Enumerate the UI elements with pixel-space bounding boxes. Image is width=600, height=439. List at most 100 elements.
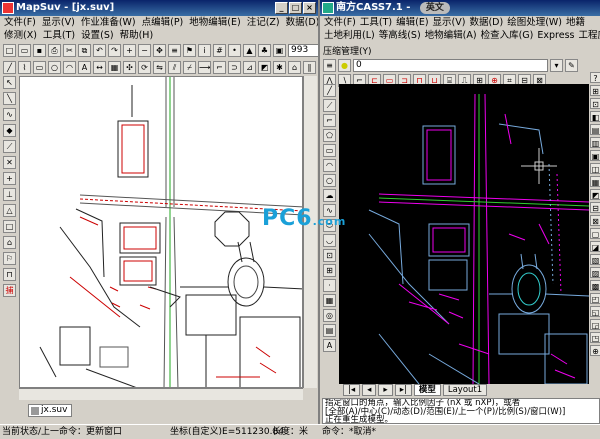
line-icon[interactable]: ╱ xyxy=(3,60,16,74)
cass-menu-item-2[interactable]: 编辑(E) xyxy=(396,16,428,30)
ellipse-arc-icon[interactable]: ◡ xyxy=(323,234,336,247)
insert-block-icon[interactable]: ⊡ xyxy=(323,249,336,262)
cass-model-canvas[interactable] xyxy=(339,84,589,384)
zoom-out-icon[interactable]: − xyxy=(138,43,151,57)
house-icon[interactable]: ⌂ xyxy=(288,60,301,74)
mapsuv-menu-item-2[interactable]: 设置(S) xyxy=(81,29,113,43)
cass-title-bar[interactable]: 南方CASS7.1 - 英文 xyxy=(320,0,600,16)
r-tool-19-icon[interactable]: ◱ xyxy=(590,306,600,317)
r-tool-8-icon[interactable]: ◫ xyxy=(590,163,600,174)
r-tool-2-icon[interactable]: ⊞ xyxy=(590,85,600,96)
maximize-button[interactable]: □ xyxy=(289,2,302,14)
cass-menu-item-5[interactable]: 工程应用(C) xyxy=(578,29,600,43)
mapsuv-title-bar[interactable]: MapSuv - [jx.suv] _ □ × xyxy=(0,0,318,16)
region-icon[interactable]: ◎ xyxy=(323,309,336,322)
polyline-icon[interactable]: ⌐ xyxy=(323,114,336,127)
cass-menu-item-4[interactable]: 数据(D) xyxy=(469,16,503,30)
r-tool-9-icon[interactable]: ▦ xyxy=(590,176,600,187)
cass-menu-item-5[interactable]: 绘图处理(W) xyxy=(507,16,562,30)
pan-icon[interactable]: ✥ xyxy=(153,43,166,57)
text-icon[interactable]: A xyxy=(78,60,91,74)
extend-icon[interactable]: ⟶ xyxy=(198,60,211,74)
tab-nav-next-icon[interactable]: ▸ xyxy=(378,384,393,396)
r-tool-4-icon[interactable]: ◧ xyxy=(590,111,600,122)
dimension-icon[interactable]: ↔ xyxy=(93,60,106,74)
rectangle-icon[interactable]: ▭ xyxy=(33,60,46,74)
polygon-icon[interactable]: ⬠ xyxy=(323,129,336,142)
select-icon[interactable]: ↖ xyxy=(3,76,16,89)
catch-icon[interactable]: 捕 xyxy=(3,284,16,297)
tab-nav-first-icon[interactable]: |◂ xyxy=(343,384,361,396)
r-tool-11-icon[interactable]: ⊟ xyxy=(590,202,600,213)
measure-icon[interactable]: ⊿ xyxy=(243,60,256,74)
r-tool-22-icon[interactable]: ⊕ xyxy=(590,345,600,356)
r-tool-18-icon[interactable]: ◰ xyxy=(590,293,600,304)
node-icon[interactable]: ◆ xyxy=(3,124,16,137)
road-icon[interactable]: ∥ xyxy=(303,60,316,74)
move-icon[interactable]: ✣ xyxy=(123,60,136,74)
mapsuv-menu-item-1[interactable]: 显示(V) xyxy=(42,16,75,30)
make-block-icon[interactable]: ⊞ xyxy=(323,264,336,277)
new-file-icon[interactable]: □ xyxy=(3,43,16,57)
tower-icon[interactable]: ⊥ xyxy=(3,188,16,201)
r-tool-3-icon[interactable]: ⊡ xyxy=(590,98,600,109)
minimize-button[interactable]: _ xyxy=(275,2,288,14)
r-tool-20-icon[interactable]: ◲ xyxy=(590,319,600,330)
layer-combo[interactable]: 0 xyxy=(353,58,548,72)
copy-icon[interactable]: ⧉ xyxy=(78,43,91,57)
mapsuv-menu-item-0[interactable]: 文件(F) xyxy=(4,16,36,30)
bridge-icon[interactable]: ⊓ xyxy=(3,268,16,281)
cass-menu-item-3[interactable]: 显示(V) xyxy=(433,16,466,30)
mirror-icon[interactable]: ⇋ xyxy=(153,60,166,74)
mapsuv-horizontal-scrollbar[interactable] xyxy=(19,388,303,400)
rotate-icon[interactable]: ⟳ xyxy=(138,60,151,74)
square-point-icon[interactable]: □ xyxy=(3,220,16,233)
symbol-icon[interactable]: ✱ xyxy=(273,60,286,74)
r-tool-1-icon[interactable]: ? xyxy=(590,72,600,83)
draw-curve-icon[interactable]: ∿ xyxy=(3,108,16,121)
info-icon[interactable]: i xyxy=(198,43,211,57)
arc-icon[interactable]: ◠ xyxy=(63,60,76,74)
construction-line-icon[interactable]: ⟋ xyxy=(323,99,336,112)
table-icon[interactable]: ▤ xyxy=(323,324,336,337)
revcloud-icon[interactable]: ☁ xyxy=(323,189,336,202)
layer-icon[interactable]: ≡ xyxy=(168,43,181,57)
cass-menu-item-1[interactable]: 工具(T) xyxy=(360,16,392,30)
redo-icon[interactable]: ↷ xyxy=(108,43,121,57)
r-tool-7-icon[interactable]: ▣ xyxy=(590,150,600,161)
cut-icon[interactable]: ✂ xyxy=(63,43,76,57)
cass-menu-item-6[interactable]: 地籍 xyxy=(566,16,585,30)
point-icon[interactable]: • xyxy=(228,43,241,57)
circle-icon[interactable]: ○ xyxy=(48,60,61,74)
rectangle-icon[interactable]: ▭ xyxy=(323,144,336,157)
cass-menu-item-0[interactable]: 土地利用(L) xyxy=(324,29,375,43)
cass-menu-item-2[interactable]: 地物编辑(A) xyxy=(425,29,477,43)
break-icon[interactable]: ⌐ xyxy=(213,60,226,74)
save-icon[interactable]: ▪ xyxy=(33,43,46,57)
r-tool-15-icon[interactable]: ▧ xyxy=(590,254,600,265)
r-tool-6-icon[interactable]: ▥ xyxy=(590,137,600,148)
offset-icon[interactable]: ⫽ xyxy=(168,60,181,74)
join-icon[interactable]: ⊃ xyxy=(228,60,241,74)
tree-icon[interactable]: ♣ xyxy=(258,43,271,57)
tab-nav-prev-icon[interactable]: ◂ xyxy=(362,384,377,396)
zoom-in-icon[interactable]: + xyxy=(123,43,136,57)
mapsuv-menu-item-6[interactable]: 数据(D) xyxy=(286,16,318,30)
flag-icon[interactable]: ⚑ xyxy=(183,43,196,57)
mapsuv-menu-item-3[interactable]: 点编辑(P) xyxy=(142,16,184,30)
edit-node-icon[interactable]: ⟋ xyxy=(3,140,16,153)
scale-combo[interactable]: 993 xyxy=(288,43,318,57)
picture-icon[interactable]: ▣ xyxy=(273,43,286,57)
command-window[interactable]: 指定窗口的角点，输入比例因子 (nX 或 nXP)，或者 [全部(A)/中心(C… xyxy=(322,398,600,424)
r-tool-10-icon[interactable]: ◩ xyxy=(590,189,600,200)
bulb-icon[interactable]: ● xyxy=(338,58,351,72)
grid-icon[interactable]: # xyxy=(213,43,226,57)
delete-icon[interactable]: ✕ xyxy=(3,156,16,169)
r-tool-14-icon[interactable]: ◪ xyxy=(590,241,600,252)
print-icon[interactable]: ⎙ xyxy=(48,43,61,57)
mapsuv-menu-item-5[interactable]: 注记(Z) xyxy=(247,16,280,30)
arc-icon[interactable]: ◠ xyxy=(323,159,336,172)
hatch-icon[interactable]: ▦ xyxy=(323,294,336,307)
house-tool-icon[interactable]: ⌂ xyxy=(3,236,16,249)
r-tool-21-icon[interactable]: ◳ xyxy=(590,332,600,343)
